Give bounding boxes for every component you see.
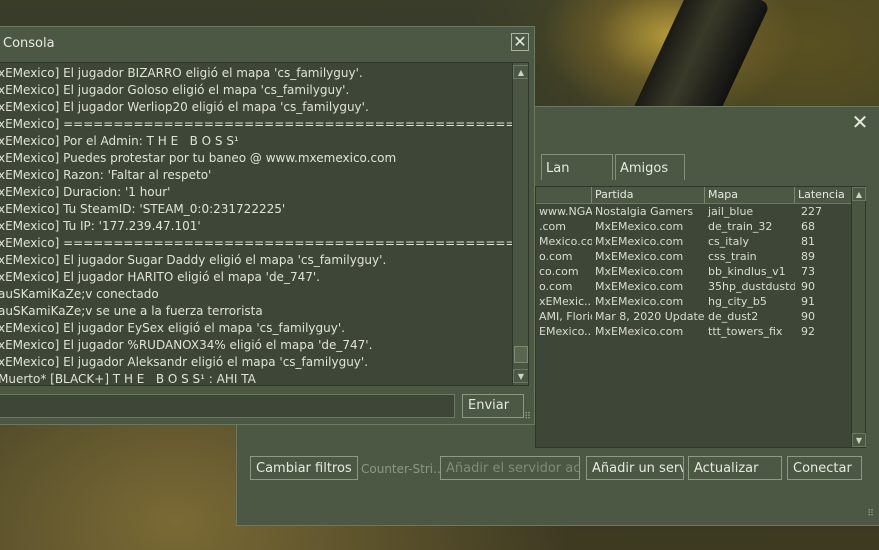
browser-button-bar: Cambiar filtros Counter-Stri... Añadir e… — [237, 456, 879, 486]
console-line: xEMexico] Por el Admin: T H E B O S S¹ — [0, 134, 239, 148]
send-button[interactable]: Enviar — [462, 394, 524, 418]
console-line: xEMexico] El jugador Sugar Daddy eligió … — [0, 253, 387, 267]
console-log-lines: xEMexico] El jugador BIZARRO eligió el m… — [0, 65, 526, 386]
console-line: auSKamiKaZe;v conectado — [0, 287, 159, 301]
server-rows: www.NGA..Nostalgia Gamersjail_blue227.co… — [536, 204, 865, 339]
server-map-cell: hg_city_b5 — [708, 295, 767, 308]
browser-tabs: Lan Amigos — [541, 154, 687, 181]
table-row[interactable]: AMI, FloridaMar 8, 2020 Updatede_dust2 90 — [536, 309, 865, 324]
column-mapa-header[interactable]: Mapa — [705, 187, 795, 203]
table-row[interactable]: EMexico....MxEMexico.com ttt_towers_fix 92 — [536, 324, 865, 339]
column-partida-header[interactable]: Partida — [592, 187, 705, 203]
console-line: xEMexico] El jugador %RUDANOX34% eligió … — [0, 338, 373, 352]
scroll-up-icon[interactable]: ▲ — [852, 187, 866, 201]
server-latency-cell: 68 — [801, 220, 815, 233]
server-partida-cell: Nostalgia Gamers — [595, 205, 694, 218]
scroll-thumb[interactable] — [514, 346, 528, 363]
server-name-cell: EMexico.... — [539, 325, 592, 338]
table-row[interactable]: xEMexic.. MxEMexico.com hg_city_b5 91 — [536, 294, 865, 309]
console-line: Muerto* [BLACK+] T H E B O S S¹ : AHI TA — [0, 372, 256, 386]
server-list-scrollbar[interactable]: ▲ ▼ — [851, 187, 866, 447]
server-list-header: Partida Mapa Latencia — [536, 187, 865, 204]
console-line: xEMexico] El jugador Goloso eligió el ma… — [0, 83, 350, 97]
console-line: xEMexico] El jugador Aleksandr eligió el… — [0, 355, 369, 369]
server-partida-cell: MxEMexico.com — [595, 280, 684, 293]
console-line: xEMexico] El jugador Werliop20 eligió el… — [0, 100, 369, 114]
server-partida-cell: MxEMexico.com — [595, 220, 684, 233]
scroll-down-icon[interactable]: ▼ — [852, 433, 866, 447]
console-line: xEMexico] Tu SteamID: 'STEAM_0:0:2317222… — [0, 202, 286, 216]
resize-grip-icon[interactable]: ⠿ — [524, 412, 531, 422]
refresh-button[interactable]: Actualizar — [688, 456, 782, 480]
server-latency-cell: 91 — [801, 295, 815, 308]
server-map-cell: ttt_towers_fix — [708, 325, 783, 338]
column-latencia-header[interactable]: Latencia — [795, 187, 852, 203]
connect-button[interactable]: Conectar — [787, 456, 862, 480]
server-map-cell: jail_blue — [708, 205, 754, 218]
console-line: xEMexico] ==============================… — [0, 236, 526, 250]
console-line: xEMexico] El jugador EySex eligió el map… — [0, 321, 345, 335]
scroll-up-icon[interactable]: ▲ — [513, 65, 528, 79]
console-line: xEMexico] Duracion: '1 hour' — [0, 185, 171, 199]
server-latency-cell: 73 — [801, 265, 815, 278]
server-map-cell: css_train — [708, 250, 757, 263]
console-line: xEMexico] Puedes protestar por tu baneo … — [0, 151, 397, 165]
server-name-cell: o.com — [539, 280, 573, 293]
server-partida-cell: Mar 8, 2020 Update — [595, 310, 705, 323]
server-partida-cell: MxEMexico.com — [595, 325, 684, 338]
server-partida-cell: MxEMexico.com — [595, 250, 684, 263]
server-name-cell: www.NGA.. — [539, 205, 592, 218]
table-row[interactable]: o.com MxEMexico.com css_train 89 — [536, 249, 865, 264]
server-map-cell: de_train_32 — [708, 220, 773, 233]
table-row[interactable]: Mexico.comMxEMexico.com cs_italy 81 — [536, 234, 865, 249]
console-window: Consola ✕ xEMexico] El jugador BIZARRO e… — [0, 26, 535, 425]
server-map-cell: cs_italy — [708, 235, 749, 248]
table-row[interactable]: .com MxEMexico.com de_train_32 68 — [536, 219, 865, 234]
browser-close-button[interactable]: ✕ — [851, 112, 869, 132]
add-server-button[interactable]: Añadir un servi... — [586, 456, 684, 480]
table-row[interactable]: o.com MxEMexico.com 35hp_dustdustd.. 90 — [536, 279, 865, 294]
server-map-cell: bb_kindlus_v1 — [708, 265, 786, 278]
server-map-cell: de_dust2 — [708, 310, 759, 323]
server-name-cell: Mexico.com — [539, 235, 592, 248]
scroll-down-icon[interactable]: ▼ — [513, 369, 528, 383]
server-name-cell: AMI, Florida — [539, 310, 592, 323]
server-map-cell: 35hp_dustdustd.. — [708, 280, 795, 293]
server-latency-cell: 92 — [801, 325, 815, 338]
server-name-cell: o.com — [539, 250, 573, 263]
console-line: xEMexico] El jugador BIZARRO eligió el m… — [0, 66, 363, 80]
game-filter-label: Counter-Stri... — [361, 462, 441, 476]
tab-amigos[interactable]: Amigos — [615, 154, 685, 180]
server-latency-cell: 90 — [801, 310, 815, 323]
server-partida-cell: MxEMexico.com — [595, 295, 684, 308]
server-list: Partida Mapa Latencia www.NGA..Nostalgia… — [535, 186, 866, 448]
console-log: xEMexico] El jugador BIZARRO eligió el m… — [0, 62, 529, 386]
console-line: xEMexico] Razon: 'Faltar al respeto' — [0, 168, 212, 182]
server-latency-cell: 90 — [801, 280, 815, 293]
server-latency-cell: 227 — [801, 205, 822, 218]
server-name-cell: co.com — [539, 265, 579, 278]
console-command-input[interactable] — [0, 394, 455, 418]
console-title: Consola — [3, 36, 55, 51]
server-latency-cell: 81 — [801, 235, 815, 248]
resize-grip-icon[interactable]: ⠿ — [867, 509, 874, 519]
console-line: xEMexico] Tu IP: '177.239.47.101' — [0, 219, 201, 233]
tab-lan[interactable]: Lan — [541, 154, 613, 180]
table-row[interactable]: co.com MxEMexico.com bb_kindlus_v1 73 — [536, 264, 865, 279]
column-name-header[interactable] — [536, 187, 592, 203]
console-close-button[interactable]: ✕ — [511, 33, 529, 51]
console-line: auSKamiKaZe;v se une a la fuerza terrori… — [0, 304, 263, 318]
console-line: xEMexico] El jugador HARITO eligió el ma… — [0, 270, 320, 284]
console-line: xEMexico] ==============================… — [0, 117, 526, 131]
server-partida-cell: MxEMexico.com — [595, 235, 684, 248]
server-latency-cell: 89 — [801, 250, 815, 263]
console-scrollbar[interactable]: ▲ ▼ — [512, 63, 528, 385]
change-filters-button[interactable]: Cambiar filtros — [250, 456, 358, 480]
server-name-cell: .com — [539, 220, 566, 233]
server-name-cell: xEMexic.. — [539, 295, 592, 308]
server-partida-cell: MxEMexico.com — [595, 265, 684, 278]
add-current-server-button[interactable]: Añadir el servidor actual — [440, 456, 580, 480]
table-row[interactable]: www.NGA..Nostalgia Gamers jail_blue 227 — [536, 204, 865, 219]
